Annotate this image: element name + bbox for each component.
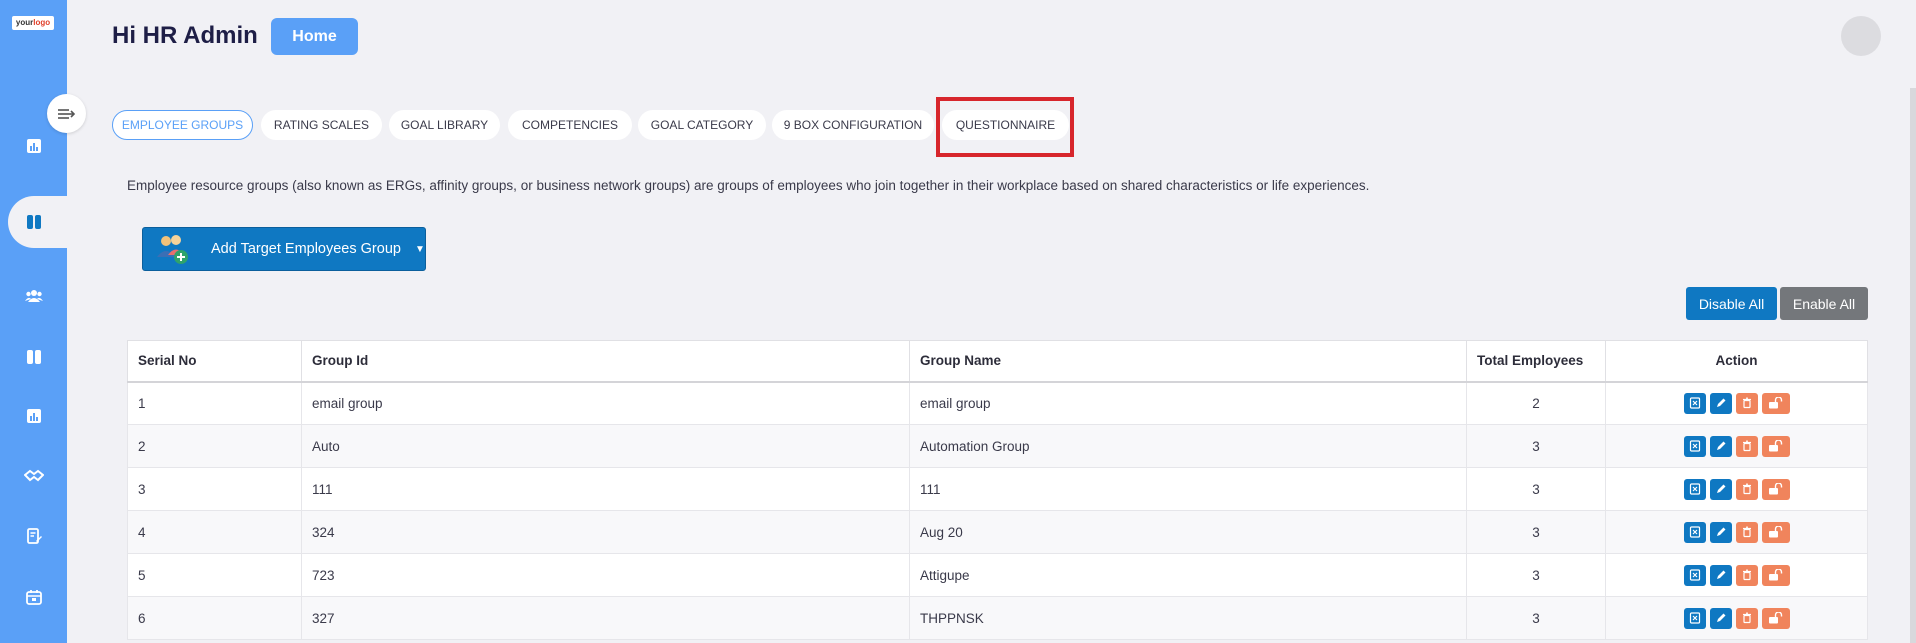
user-avatar[interactable] (1841, 16, 1881, 56)
export-excel-icon[interactable] (1683, 478, 1706, 500)
cell-group-id: email group (301, 381, 910, 425)
cell-group-name: Aug 20 (909, 510, 1467, 554)
cell-serial-no: 4 (127, 510, 302, 554)
cell-serial-no: 1 (127, 381, 302, 425)
handshake-icon[interactable] (22, 464, 46, 488)
header-group-name[interactable]: Group Name (909, 340, 1467, 383)
export-excel-icon[interactable] (1683, 521, 1706, 543)
delete-icon[interactable] (1735, 607, 1758, 629)
home-button[interactable]: Home (271, 18, 358, 55)
export-excel-icon[interactable] (1683, 564, 1706, 586)
section-description: Employee resource groups (also known as … (127, 178, 1370, 193)
grid-icon[interactable] (22, 210, 46, 234)
table-header-row: Serial No Group Id Group Name Total Empl… (127, 340, 1868, 383)
table-row: 1 email group email group 2 (127, 381, 1868, 425)
company-logo: yourlogo (12, 16, 54, 30)
unlock-icon[interactable] (1761, 478, 1790, 500)
unlock-icon[interactable] (1761, 435, 1790, 457)
cell-group-name: THPPNSK (909, 596, 1467, 640)
table-row: 4 324 Aug 20 3 (127, 510, 1868, 554)
edit-icon[interactable] (1709, 435, 1732, 457)
edit-icon[interactable] (1709, 392, 1732, 414)
table-row: 2 Auto Automation Group 3 (127, 424, 1868, 468)
cell-group-name: Automation Group (909, 424, 1467, 468)
add-target-employees-group-button[interactable]: Add Target Employees Group ▼ (142, 227, 426, 271)
main-panel: Hi HR Admin Home EMPLOYEE GROUPS RATING … (67, 0, 1916, 643)
export-excel-icon[interactable] (1683, 435, 1706, 457)
cell-actions (1605, 510, 1868, 554)
cell-actions (1605, 596, 1868, 640)
cell-group-name: Attigupe (909, 553, 1467, 597)
cell-total-employees: 3 (1466, 424, 1606, 468)
unlock-icon[interactable] (1761, 607, 1790, 629)
add-people-icon (157, 235, 188, 264)
table-row: 3 111 111 3 (127, 467, 1868, 511)
export-excel-icon[interactable] (1683, 607, 1706, 629)
users-icon[interactable] (22, 284, 46, 308)
header-serial-no[interactable]: Serial No (127, 340, 302, 383)
export-excel-icon[interactable] (1683, 392, 1706, 414)
cell-serial-no: 6 (127, 596, 302, 640)
cell-group-id: 723 (301, 553, 910, 597)
tab-goal-library[interactable]: GOAL LIBRARY (389, 110, 500, 140)
cell-total-employees: 3 (1466, 596, 1606, 640)
enable-all-button[interactable]: Enable All (1780, 287, 1868, 320)
tab-employee-groups[interactable]: EMPLOYEE GROUPS (112, 110, 253, 140)
unlock-icon[interactable] (1761, 392, 1790, 414)
cell-total-employees: 2 (1466, 381, 1606, 425)
page-greeting: Hi HR Admin (112, 22, 258, 49)
header-group-id[interactable]: Group Id (301, 340, 910, 383)
cell-actions (1605, 381, 1868, 425)
edit-icon[interactable] (1709, 521, 1732, 543)
tab-competencies[interactable]: COMPETENCIES (508, 110, 632, 140)
table-row: 5 723 Attigupe 3 (127, 553, 1868, 597)
header-total-employees[interactable]: Total Employees (1466, 340, 1606, 383)
calendar-icon[interactable] (22, 585, 46, 609)
delete-icon[interactable] (1735, 435, 1758, 457)
disable-all-button[interactable]: Disable All (1686, 287, 1777, 320)
cell-serial-no: 5 (127, 553, 302, 597)
delete-icon[interactable] (1735, 478, 1758, 500)
tab-goal-category[interactable]: GOAL CATEGORY (638, 110, 766, 140)
employee-groups-table: Serial No Group Id Group Name Total Empl… (127, 340, 1868, 640)
scrollbar[interactable] (1910, 88, 1916, 643)
cell-actions (1605, 553, 1868, 597)
cell-actions (1605, 424, 1868, 468)
add-group-label: Add Target Employees Group (211, 241, 401, 257)
cell-group-id: 327 (301, 596, 910, 640)
delete-icon[interactable] (1735, 564, 1758, 586)
delete-icon[interactable] (1735, 392, 1758, 414)
cell-group-name: email group (909, 381, 1467, 425)
unlock-icon[interactable] (1761, 564, 1790, 586)
tab-rating-scales[interactable]: RATING SCALES (261, 110, 382, 140)
tab-9-box-configuration[interactable]: 9 BOX CONFIGURATION (772, 110, 934, 140)
cell-serial-no: 2 (127, 424, 302, 468)
cell-group-id: 324 (301, 510, 910, 554)
unlock-icon[interactable] (1761, 521, 1790, 543)
report-chart-icon[interactable] (22, 404, 46, 428)
table-row: 6 327 THPPNSK 3 (127, 596, 1868, 640)
collapse-menu-icon[interactable] (47, 94, 86, 133)
edit-icon[interactable] (1709, 478, 1732, 500)
edit-document-icon[interactable] (22, 524, 46, 548)
cell-group-id: Auto (301, 424, 910, 468)
chevron-down-icon: ▼ (414, 243, 425, 255)
dashboard-chart-icon[interactable] (22, 134, 46, 158)
delete-icon[interactable] (1735, 521, 1758, 543)
cell-group-name: 111 (909, 467, 1467, 511)
edit-icon[interactable] (1709, 607, 1732, 629)
book-icon[interactable] (22, 345, 46, 369)
cell-serial-no: 3 (127, 467, 302, 511)
cell-total-employees: 3 (1466, 553, 1606, 597)
cell-total-employees: 3 (1466, 467, 1606, 511)
cell-group-id: 111 (301, 467, 910, 511)
questionnaire-highlight-box (936, 97, 1074, 157)
edit-icon[interactable] (1709, 564, 1732, 586)
header-action: Action (1605, 340, 1868, 383)
cell-total-employees: 3 (1466, 510, 1606, 554)
cell-actions (1605, 467, 1868, 511)
